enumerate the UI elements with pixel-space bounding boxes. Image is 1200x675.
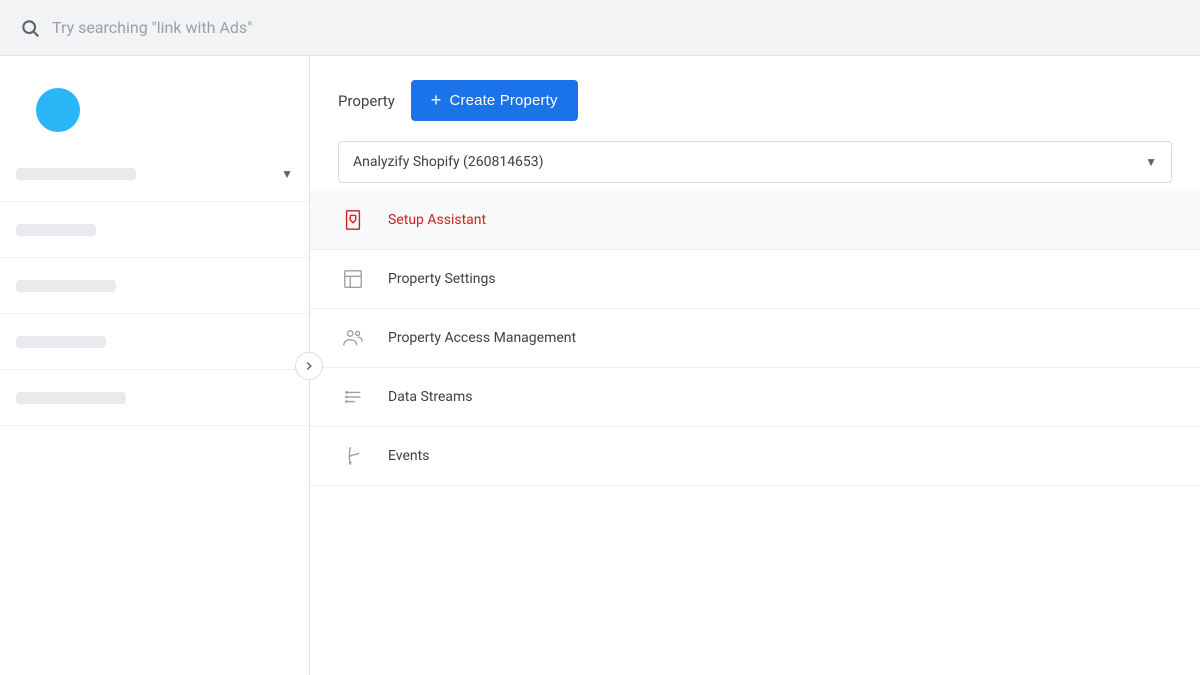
menu-list: Setup Assistant Property Settings (310, 191, 1200, 486)
avatar (36, 88, 80, 132)
data-streams-label: Data Streams (388, 389, 473, 405)
main-layout: ▼ Property + (0, 56, 1200, 675)
sidebar-row-5[interactable] (0, 370, 309, 426)
property-section-label: Property (338, 92, 395, 110)
property-settings-label: Property Settings (388, 271, 496, 287)
property-dropdown-value: Analyzify Shopify (260814653) (353, 154, 544, 170)
setup-assistant-label: Setup Assistant (388, 212, 486, 228)
setup-assistant-icon (338, 209, 368, 231)
sidebar-row-2[interactable] (0, 202, 309, 258)
menu-item-data-streams[interactable]: Data Streams (310, 368, 1200, 427)
menu-item-property-access[interactable]: Property Access Management (310, 309, 1200, 368)
menu-item-setup-assistant[interactable]: Setup Assistant (310, 191, 1200, 250)
data-streams-icon (338, 386, 368, 408)
search-placeholder-text: Try searching "link with Ads" (52, 18, 252, 37)
property-access-icon (338, 327, 368, 349)
property-dropdown[interactable]: Analyzify Shopify (260814653) ▼ (338, 141, 1172, 183)
plus-icon: + (431, 90, 442, 111)
sidebar-collapse-button[interactable] (295, 352, 323, 380)
menu-item-property-settings[interactable]: Property Settings (310, 250, 1200, 309)
create-property-button[interactable]: + Create Property (411, 80, 578, 121)
sidebar-row-3[interactable] (0, 258, 309, 314)
sidebar-chevron-1: ▼ (281, 167, 293, 181)
content-panel: Property + Create Property Analyzify Sho… (310, 56, 1200, 675)
property-access-label: Property Access Management (388, 330, 576, 346)
property-dropdown-chevron-icon: ▼ (1145, 155, 1157, 169)
search-icon (20, 18, 40, 38)
events-icon (338, 445, 368, 467)
menu-item-events[interactable]: Events (310, 427, 1200, 486)
search-bar[interactable]: Try searching "link with Ads" (0, 0, 1200, 56)
sidebar-row-4[interactable] (0, 314, 309, 370)
create-property-label: Create Property (449, 92, 557, 109)
events-label: Events (388, 448, 429, 464)
property-header: Property + Create Property (310, 56, 1200, 141)
sidebar: ▼ (0, 56, 310, 675)
property-settings-icon (338, 268, 368, 290)
sidebar-row-1[interactable]: ▼ (0, 146, 309, 202)
